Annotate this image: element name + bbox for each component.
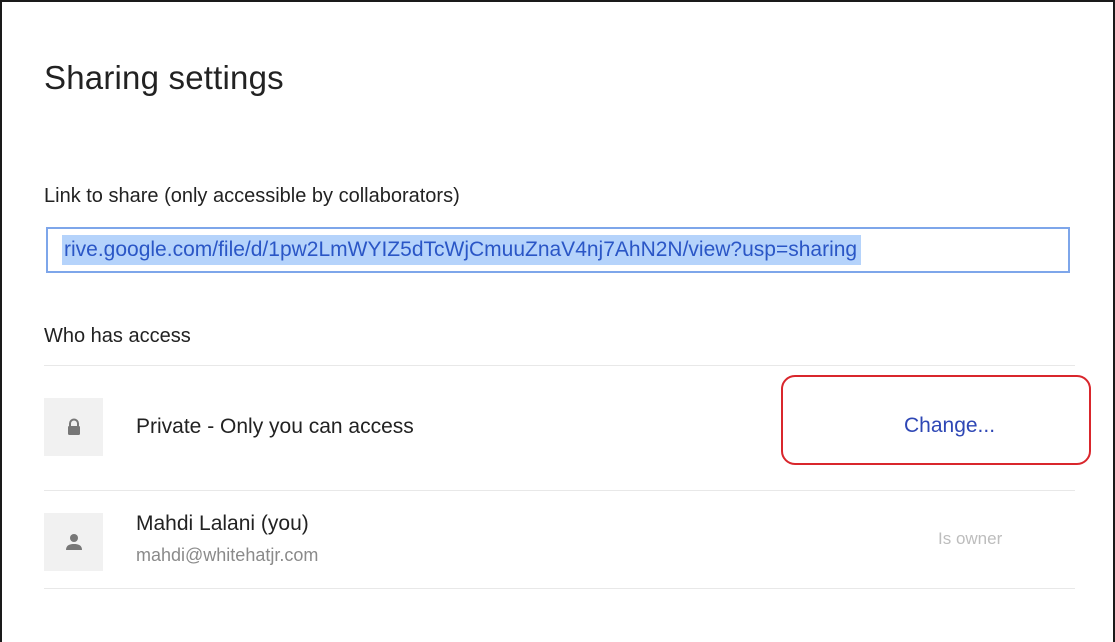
who-has-access-heading: Who has access xyxy=(44,325,191,347)
share-link-field[interactable]: rive.google.com/file/d/1pw2LmWYIZ5dTcWjC… xyxy=(46,227,1070,273)
share-link-text[interactable]: rive.google.com/file/d/1pw2LmWYIZ5dTcWjC… xyxy=(62,235,862,265)
sharing-settings-dialog: Sharing settings Link to share (only acc… xyxy=(0,0,1115,642)
person-icon xyxy=(65,534,82,550)
divider xyxy=(44,365,1075,366)
access-level-label: Private - Only you can access xyxy=(136,415,414,438)
owner-role-label: Is owner xyxy=(938,529,1003,548)
lock-icon-tile xyxy=(44,398,103,456)
collaborator-name: Mahdi Lalani (you) xyxy=(136,512,309,535)
change-access-link[interactable]: Change... xyxy=(904,414,995,438)
collaborator-email: mahdi@whitehatjr.com xyxy=(136,545,319,565)
person-icon-tile xyxy=(44,513,103,571)
divider xyxy=(44,588,1075,589)
divider xyxy=(44,490,1075,491)
link-to-share-label: Link to share (only accessible by collab… xyxy=(44,185,460,207)
dialog-title: Sharing settings xyxy=(44,59,284,96)
lock-icon xyxy=(67,418,80,435)
